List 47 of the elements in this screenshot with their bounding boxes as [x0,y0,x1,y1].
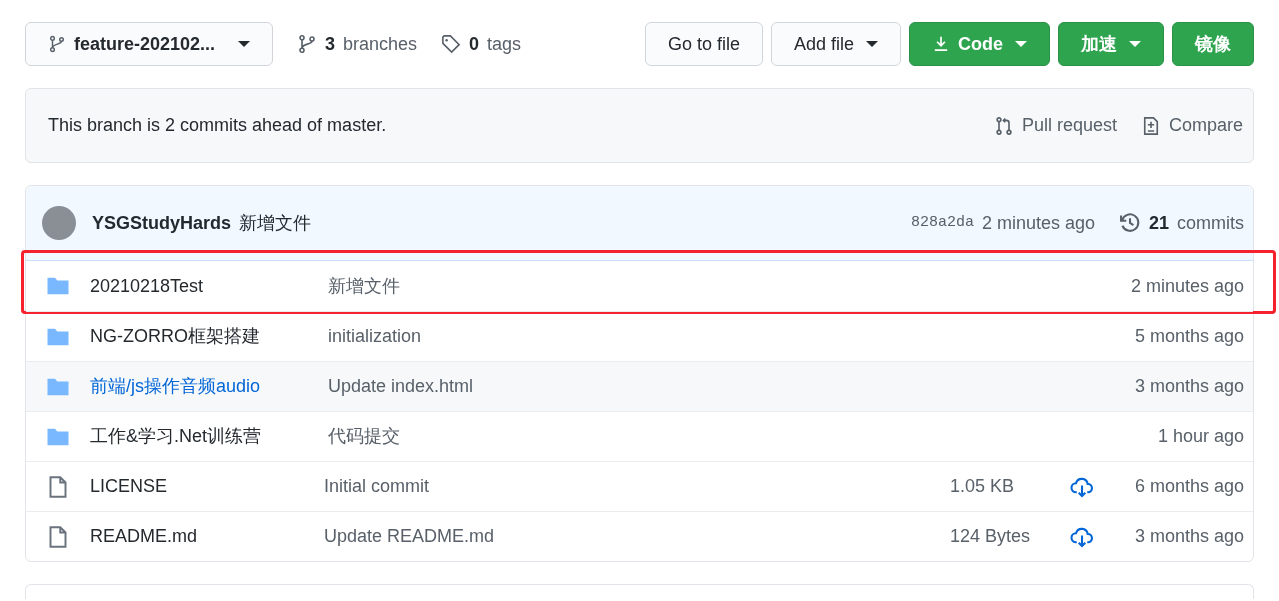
commit-message-link[interactable]: 代码提交 [328,423,1094,450]
file-size: 124 Bytes [950,525,1032,548]
commit-age: 3 months ago [1133,525,1244,548]
toolbar-button[interactable]: Add file [770,22,901,66]
commit-age: 6 months ago [1133,475,1244,498]
download-icon [932,35,950,53]
pull-request-icon [993,115,1014,136]
file-row[interactable]: 前端/js操作音频audio Update index.html 3 months ago [26,361,1253,411]
commit-author[interactable]: YSGStudyHards [92,209,232,237]
commit-age: 5 months ago [1133,325,1244,348]
commit-message-link[interactable]: 新增文件 [328,272,1094,300]
commit-time: 2 minutes ago [981,211,1095,235]
file-row[interactable]: 20210218Test 新增文件 2 minutes ago [26,261,1253,311]
branch-select[interactable]: feature-202102... [25,22,273,66]
history-icon [1118,212,1141,234]
commit-sha[interactable]: 828a2da [910,211,974,235]
commit-message-link[interactable]: Update index.html [328,373,1094,400]
file-name-link[interactable]: 工作&学习.Net训练营 [90,423,328,450]
commit-age: 1 hour ago [1156,425,1244,448]
file-name-link[interactable]: 前端/js操作音频audio [90,373,328,400]
file-size: 1.05 KB [950,475,1016,498]
toolbar-button[interactable]: Go to file [644,22,763,66]
caret-icon [866,41,878,47]
caret-icon [238,41,250,47]
commit-age: 3 months ago [1133,375,1244,398]
commit-message-link[interactable]: Initial commit [324,473,950,500]
caret-icon [1129,41,1141,47]
file-row[interactable]: README.md Update README.md 124 Bytes 3 months ago [26,511,1253,561]
branches-link[interactable]: 3 branches [297,30,418,58]
file-name-link[interactable]: NG-ZORRO框架搭建 [90,323,328,350]
commit-age: 2 minutes ago [1129,274,1244,298]
pull-request-link[interactable]: Pull request [993,112,1117,139]
file-row[interactable]: LICENSE Initial commit 1.05 KB 6 months ago [26,461,1253,511]
branch-icon [48,35,66,53]
commits-link[interactable]: 21 commits [1118,209,1244,237]
tags-link[interactable]: 0 tags [441,30,522,58]
compare-link[interactable]: Compare [1140,112,1243,139]
file-row[interactable]: 工作&学习.Net训练营 代码提交 1 hour ago [26,411,1253,461]
file-name-link[interactable]: 20210218Test [90,272,328,300]
caret-icon [1015,41,1027,47]
ahead-message: This branch is 2 commits ahead of master. [48,114,388,137]
commit-message[interactable]: 新增文件 [239,209,911,237]
commit-message-link[interactable]: Update README.md [324,523,950,550]
branches-icon [297,34,317,54]
commit-message-link[interactable]: initialization [328,323,1094,350]
avatar [42,206,76,240]
tags-icon [441,34,462,54]
